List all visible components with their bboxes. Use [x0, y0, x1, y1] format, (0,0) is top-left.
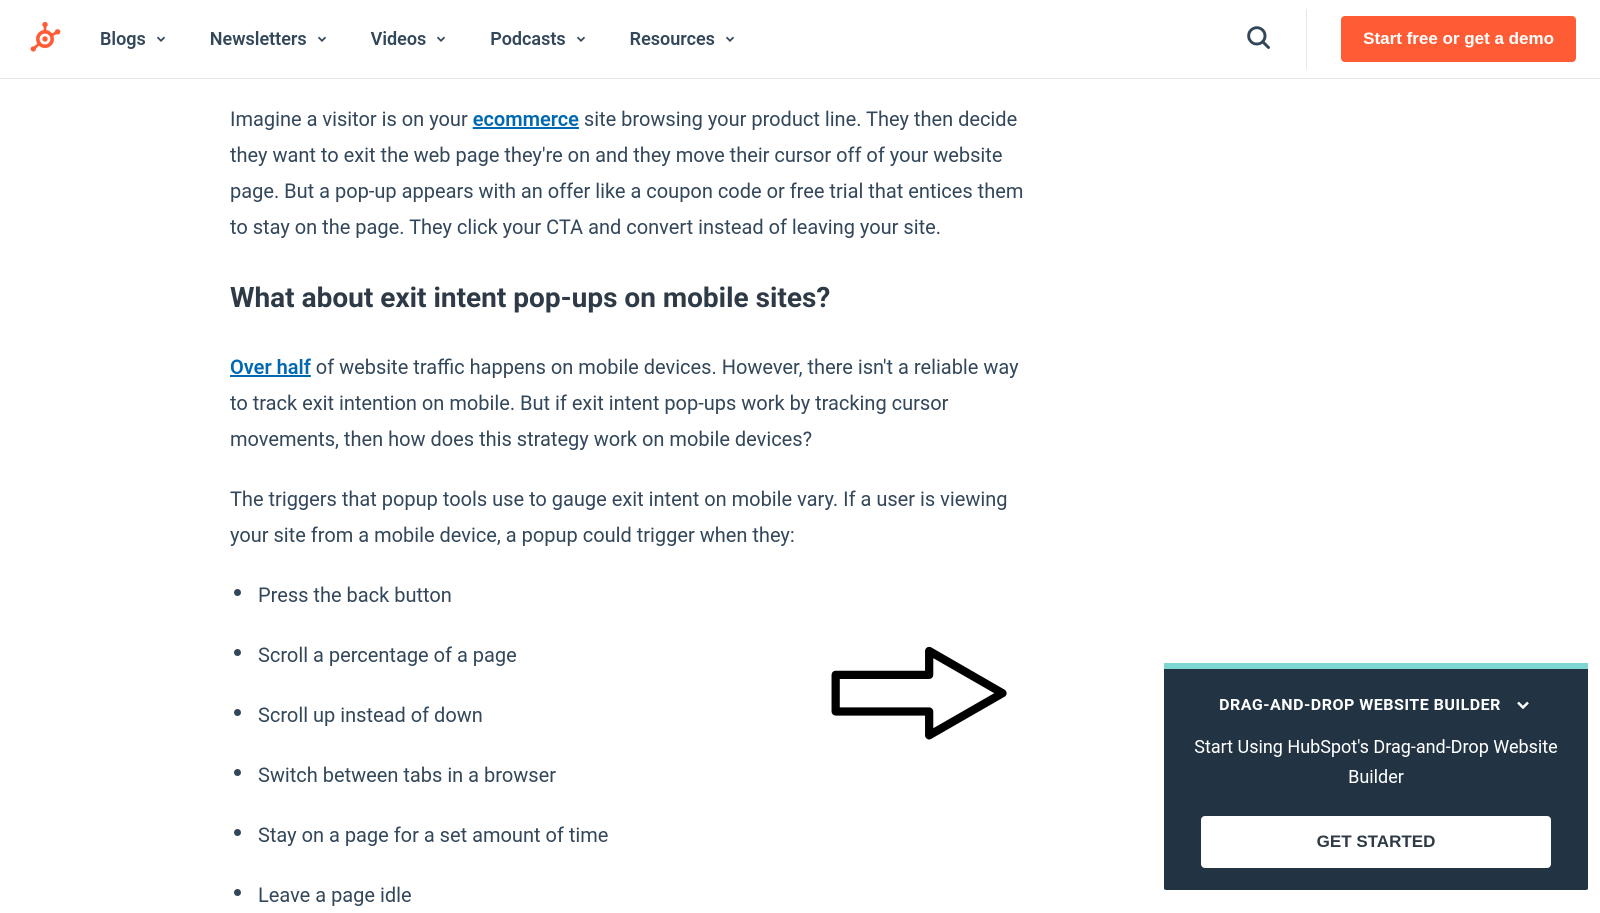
chevron-down-icon	[1513, 695, 1533, 715]
chevron-down-icon	[154, 32, 168, 46]
nav-label: Newsletters	[210, 29, 307, 50]
get-started-button[interactable]: GET STARTED	[1201, 816, 1551, 868]
top-nav: Blogs Newsletters Videos Podcasts Resour…	[0, 0, 1600, 79]
nav-label: Podcasts	[490, 29, 565, 50]
article-content: Imagine a visitor is on your ecommerce s…	[230, 79, 1040, 913]
nav-label: Blogs	[100, 29, 146, 50]
text: of website traffic happens on mobile dev…	[230, 355, 1019, 451]
nav-podcasts[interactable]: Podcasts	[490, 29, 587, 50]
nav-videos[interactable]: Videos	[371, 29, 449, 50]
chevron-down-icon	[315, 32, 329, 46]
sticky-title: DRAG-AND-DROP WEBSITE BUILDER	[1219, 695, 1501, 714]
paragraph-1: Imagine a visitor is on your ecommerce s…	[230, 101, 1040, 245]
nav-newsletters[interactable]: Newsletters	[210, 29, 329, 50]
search-icon[interactable]	[1244, 23, 1272, 55]
nav-label: Videos	[371, 29, 427, 50]
triggers-list: Press the back button Scroll a percentag…	[230, 577, 1040, 913]
list-item: Switch between tabs in a browser	[258, 757, 1040, 793]
sticky-title-row[interactable]: DRAG-AND-DROP WEBSITE BUILDER	[1186, 695, 1566, 715]
text: Imagine a visitor is on your	[230, 107, 473, 131]
heading-mobile: What about exit intent pop-ups on mobile…	[230, 273, 1040, 323]
nav-resources[interactable]: Resources	[630, 29, 737, 50]
cta-button[interactable]: Start free or get a demo	[1341, 16, 1576, 62]
chevron-down-icon	[574, 32, 588, 46]
paragraph-3: The triggers that popup tools use to gau…	[230, 481, 1040, 553]
list-item: Scroll a percentage of a page	[258, 637, 1040, 673]
hubspot-logo[interactable]	[24, 18, 66, 60]
nav-blogs[interactable]: Blogs	[100, 29, 168, 50]
nav-items: Blogs Newsletters Videos Podcasts Resour…	[100, 29, 737, 50]
nav-right: Start free or get a demo	[1244, 9, 1576, 69]
sticky-subtitle: Start Using HubSpot's Drag-and-Drop Webs…	[1186, 733, 1566, 794]
sticky-promo-card: DRAG-AND-DROP WEBSITE BUILDER Start Usin…	[1164, 663, 1588, 890]
paragraph-2: Over half of website traffic happens on …	[230, 349, 1040, 457]
link-ecommerce[interactable]: ecommerce	[473, 107, 579, 131]
link-over-half[interactable]: Over half	[230, 355, 311, 379]
chevron-down-icon	[434, 32, 448, 46]
list-item: Leave a page idle	[258, 877, 1040, 913]
nav-label: Resources	[630, 29, 715, 50]
list-item: Press the back button	[258, 577, 1040, 613]
nav-divider	[1306, 9, 1307, 69]
list-item: Scroll up instead of down	[258, 697, 1040, 733]
chevron-down-icon	[723, 32, 737, 46]
list-item: Stay on a page for a set amount of time	[258, 817, 1040, 853]
